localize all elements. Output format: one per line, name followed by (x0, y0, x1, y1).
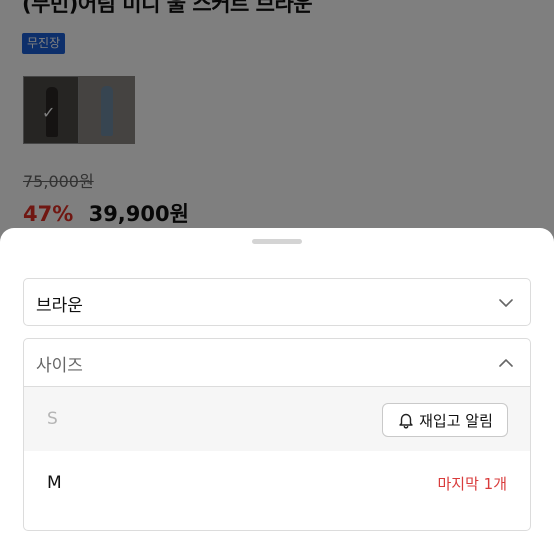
size-option-label: S (47, 409, 58, 429)
size-option-s: S 재입고 알림 (24, 387, 530, 451)
chevron-down-icon (499, 299, 513, 307)
low-stock-note: 마지막 1개 (437, 475, 507, 493)
size-select: 사이즈 S 재입고 알림 M 마지막 1개 (23, 338, 531, 531)
size-select-header[interactable]: 사이즈 (24, 339, 530, 387)
sheet-drag-handle[interactable] (252, 239, 302, 244)
color-select[interactable]: 브라운 (23, 278, 531, 326)
chevron-up-icon (499, 359, 513, 367)
size-option-m[interactable]: M 마지막 1개 (24, 451, 530, 515)
size-option-label: M (47, 473, 62, 493)
size-select-placeholder: 사이즈 (36, 356, 83, 376)
restock-alert-button[interactable]: 재입고 알림 (382, 403, 508, 437)
bell-icon (399, 413, 413, 429)
color-select-value: 브라운 (36, 296, 83, 316)
option-bottom-sheet: 브라운 사이즈 S 재입고 알림 M 마지막 1개 (0, 228, 554, 554)
restock-alert-label: 재입고 알림 (419, 411, 493, 430)
